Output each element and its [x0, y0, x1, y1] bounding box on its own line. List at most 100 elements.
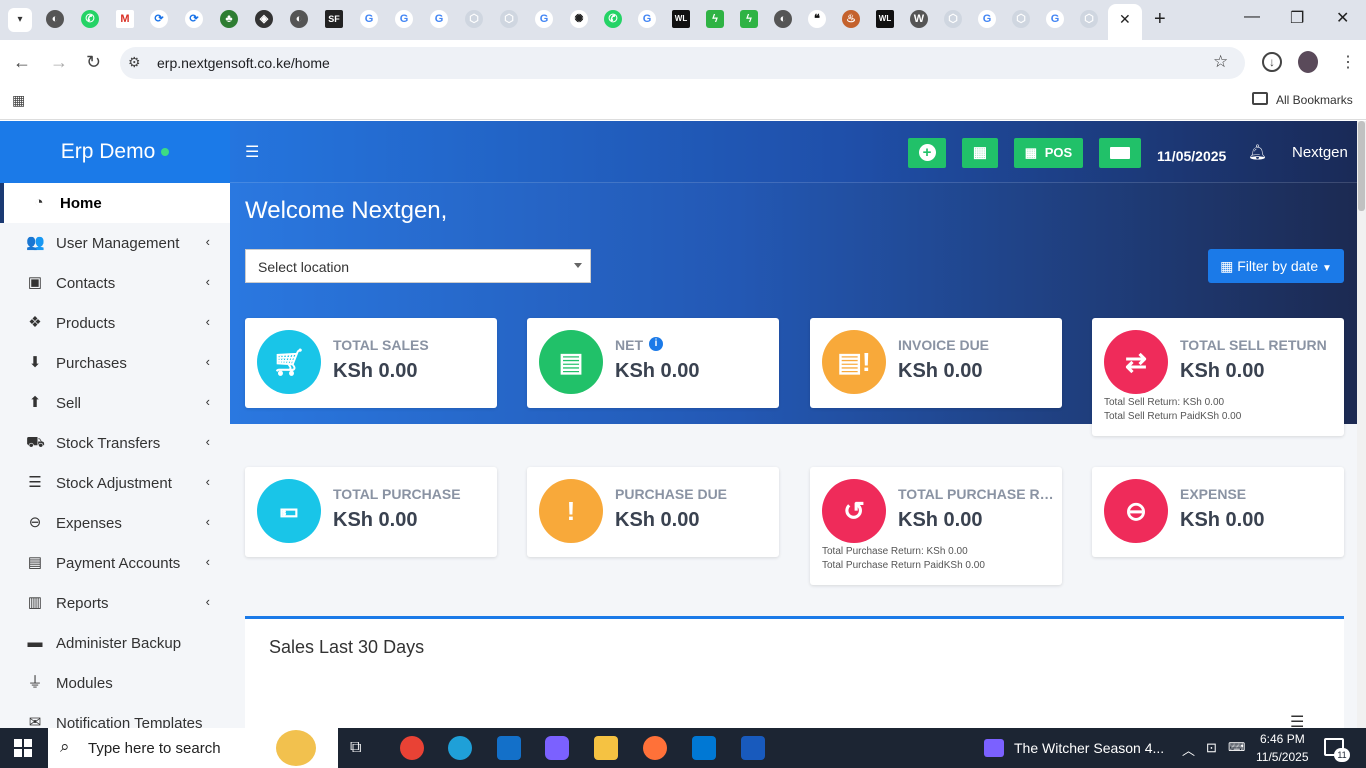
sidebar-item-products[interactable]: ❖ Products ‹ [0, 303, 230, 343]
chrome-taskbar-icon[interactable] [400, 736, 424, 760]
list-icon: ▤ [539, 330, 603, 394]
sidebar-item-contacts[interactable]: ▣ Contacts ‹ [0, 263, 230, 303]
sidebar-item-administer-backup[interactable]: ▬ Administer Backup [0, 623, 230, 663]
location-select[interactable]: Select location [245, 249, 591, 283]
word-taskbar-icon[interactable] [741, 736, 765, 760]
tab-favicon-hexagon-icon[interactable]: ⬡ [944, 10, 962, 28]
sidebar-item-payment-accounts[interactable]: ▤ Payment Accounts ‹ [0, 543, 230, 583]
tab-favicon-gmail-icon[interactable]: M [116, 10, 134, 28]
sidebar-item-stock-adjustment[interactable]: ☰ Stock Adjustment ‹ [0, 463, 230, 503]
window-close-icon[interactable]: ✕ [1336, 8, 1349, 28]
back-icon[interactable]: ← [13, 52, 31, 73]
sidebar-item-notification-templates[interactable]: ✉ Notification Templates [0, 703, 230, 728]
reload-icon[interactable]: ↻ [86, 52, 101, 73]
all-bookmarks-link[interactable]: All Bookmarks [1276, 93, 1353, 107]
tab-search-button[interactable]: ▾ [8, 8, 32, 32]
profile-avatar[interactable] [1298, 51, 1318, 73]
add-button[interactable]: + [908, 138, 946, 168]
cash-register-button[interactable] [1099, 138, 1141, 168]
tab-favicon-globe-icon[interactable]: ◐ [46, 10, 64, 28]
tab-favicon-globe-icon[interactable]: ◐ [774, 10, 792, 28]
tab-favicon-wl-icon[interactable]: WL [672, 10, 690, 28]
tab-favicon-google-icon[interactable]: G [1046, 10, 1064, 28]
tab-favicon-google-icon[interactable]: G [535, 10, 553, 28]
bell-icon[interactable]: 🔔︎ [1248, 143, 1267, 161]
brand[interactable]: Erp Demo [0, 121, 230, 183]
tab-favicon-hexagon-icon[interactable]: ⬡ [465, 10, 483, 28]
media-play-icon[interactable] [984, 739, 1004, 757]
card-note: Total Purchase Return: KSh 0.00 [822, 546, 968, 557]
tab-favicon-shield-icon[interactable]: ◈ [255, 10, 273, 28]
outlook-taskbar-icon[interactable] [497, 736, 521, 760]
brand-name: Erp Demo [60, 140, 156, 163]
hamburger-menu-icon[interactable]: ☰ [245, 142, 259, 162]
tab-favicon-quote-icon[interactable]: ❝ [808, 10, 826, 28]
download-icon[interactable]: ↓ [1262, 52, 1282, 72]
tab-favicon-plant-icon[interactable]: ♣ [220, 10, 238, 28]
tab-favicon-sf-icon[interactable]: SF [325, 10, 343, 28]
tab-favicon-jar-icon[interactable]: ♨ [842, 10, 860, 28]
tab-favicon-wl-icon[interactable]: WL [876, 10, 894, 28]
browser-menu-icon[interactable]: ⋮ [1340, 52, 1356, 72]
envelope-icon: ✉ [28, 714, 42, 728]
tab-favicon-wordpress-icon[interactable]: W [910, 10, 928, 28]
scrollbar-thumb[interactable] [1358, 121, 1365, 211]
tab-favicon-whatsapp-icon[interactable]: ✆ [604, 10, 622, 28]
tab-favicon-google-icon[interactable]: G [978, 10, 996, 28]
apps-grid-icon[interactable]: ▦ [12, 92, 25, 109]
sidebar-item-home[interactable]: ◔ Home [0, 183, 230, 223]
url-text[interactable]: erp.nextgensoft.co.ke/home [157, 55, 330, 71]
firefox-taskbar-icon[interactable] [643, 736, 667, 760]
pos-button[interactable]: ▦ POS [1014, 138, 1083, 168]
tab-favicon-google-icon[interactable]: G [395, 10, 413, 28]
sidebar-item-purchases[interactable]: ⬇ Purchases ‹ [0, 343, 230, 383]
tab-favicon-whatsapp-icon[interactable]: ✆ [81, 10, 99, 28]
task-view-icon[interactable]: ⧉ [350, 739, 361, 757]
file-explorer-taskbar-icon[interactable] [594, 736, 618, 760]
new-tab-icon[interactable]: + [1154, 8, 1166, 31]
sidebar: Erp Demo ◔ Home 👥 User Management ‹ ▣ Co… [0, 121, 230, 728]
store-taskbar-icon[interactable] [692, 736, 716, 760]
sidebar-item-stock-transfers[interactable]: ⛟ Stock Transfers ‹ [0, 423, 230, 463]
clock-time[interactable]: 6:46 PM [1260, 732, 1305, 746]
info-icon[interactable]: i [649, 337, 663, 351]
edge-taskbar-icon[interactable] [448, 736, 472, 760]
tab-favicon-google-icon[interactable]: G [638, 10, 656, 28]
sidebar-item-user-management[interactable]: 👥 User Management ‹ [0, 223, 230, 263]
tab-favicon-hexagon-icon[interactable]: ⬡ [1012, 10, 1030, 28]
tab-favicon-bolt-icon[interactable]: ϟ [706, 10, 724, 28]
tab-favicon-google-icon[interactable]: G [430, 10, 448, 28]
close-tab-icon[interactable]: ✕ [1119, 11, 1131, 28]
media-title[interactable]: The Witcher Season 4... [1014, 740, 1164, 756]
sidebar-item-modules[interactable]: ⏚ Modules [0, 663, 230, 703]
copilot-taskbar-icon[interactable] [545, 736, 569, 760]
tab-favicon-bolt-icon[interactable]: ϟ [740, 10, 758, 28]
calculator-button[interactable]: ▦ [962, 138, 998, 168]
filter-by-date-button[interactable]: ▦ Filter by date ▼ [1208, 249, 1344, 283]
sidebar-item-expenses[interactable]: ⊖ Expenses ‹ [0, 503, 230, 543]
windows-start-icon[interactable] [14, 739, 32, 757]
user-menu[interactable]: Nextgen [1292, 144, 1348, 161]
forward-icon[interactable]: → [50, 52, 68, 73]
site-info-icon[interactable]: ⚙ [128, 54, 141, 71]
tab-favicon-openai-icon[interactable]: ✺ [570, 10, 588, 28]
arrow-circle-up-icon: ⬆ [28, 394, 42, 411]
tab-favicon-globe-icon[interactable]: ◐ [290, 10, 308, 28]
tab-favicon-hexagon-icon[interactable]: ⬡ [1080, 10, 1098, 28]
bookmark-star-icon[interactable]: ☆ [1213, 52, 1228, 72]
arrow-circle-down-icon: ⬇ [28, 354, 42, 371]
clock-date[interactable]: 11/5/2025 [1256, 750, 1309, 764]
tab-favicon-sync-icon[interactable]: ⟳ [185, 10, 203, 28]
sidebar-item-sell[interactable]: ⬆ Sell ‹ [0, 383, 230, 423]
network-icon[interactable]: ⊡ [1206, 740, 1217, 756]
tab-favicon-hexagon-icon[interactable]: ⬡ [500, 10, 518, 28]
minimize-icon[interactable]: — [1244, 8, 1260, 26]
tab-favicon-sync-icon[interactable]: ⟳ [150, 10, 168, 28]
page-scrollbar[interactable] [1357, 121, 1366, 728]
maximize-icon[interactable]: ❐ [1290, 8, 1304, 28]
sidebar-item-reports[interactable]: ▥ Reports ‹ [0, 583, 230, 623]
tab-favicon-google-icon[interactable]: G [360, 10, 378, 28]
chevron-up-icon[interactable]: ︿ [1182, 740, 1195, 759]
language-icon[interactable]: ⌨ [1228, 740, 1245, 754]
taskbar-search-box[interactable]: ⌕ Type here to search [48, 728, 338, 768]
